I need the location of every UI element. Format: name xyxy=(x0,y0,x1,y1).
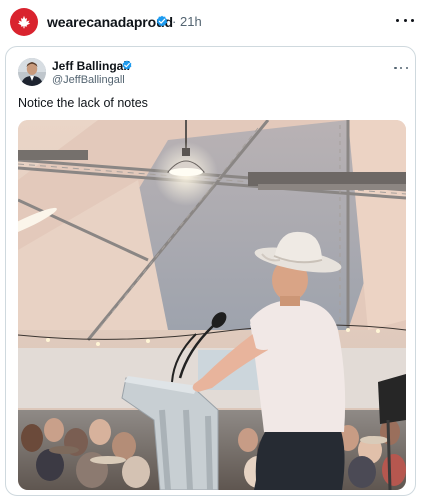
more-dots-icon[interactable] xyxy=(396,13,414,27)
quoted-author-avatar[interactable] xyxy=(18,58,46,86)
maple-leaf-icon xyxy=(17,15,31,29)
author-avatar[interactable] xyxy=(10,8,38,36)
quoted-post-text: Notice the lack of notes xyxy=(18,96,148,110)
quoted-post-card[interactable]: Jeff Ballingall @JeffBallingall Notice t… xyxy=(5,46,416,496)
more-dots-icon[interactable] xyxy=(394,63,408,73)
post-timestamp[interactable]: 21h xyxy=(180,14,202,29)
verified-badge-icon xyxy=(122,60,132,70)
post-header: wearecanadaproud · 21h xyxy=(0,0,422,44)
quoted-handle[interactable]: @JeffBallingall xyxy=(52,74,125,86)
quoted-display-name[interactable]: Jeff Ballingall xyxy=(52,59,130,73)
time-separator: · xyxy=(172,14,177,29)
post-photo[interactable] xyxy=(18,120,406,490)
verified-badge-icon xyxy=(156,15,168,27)
